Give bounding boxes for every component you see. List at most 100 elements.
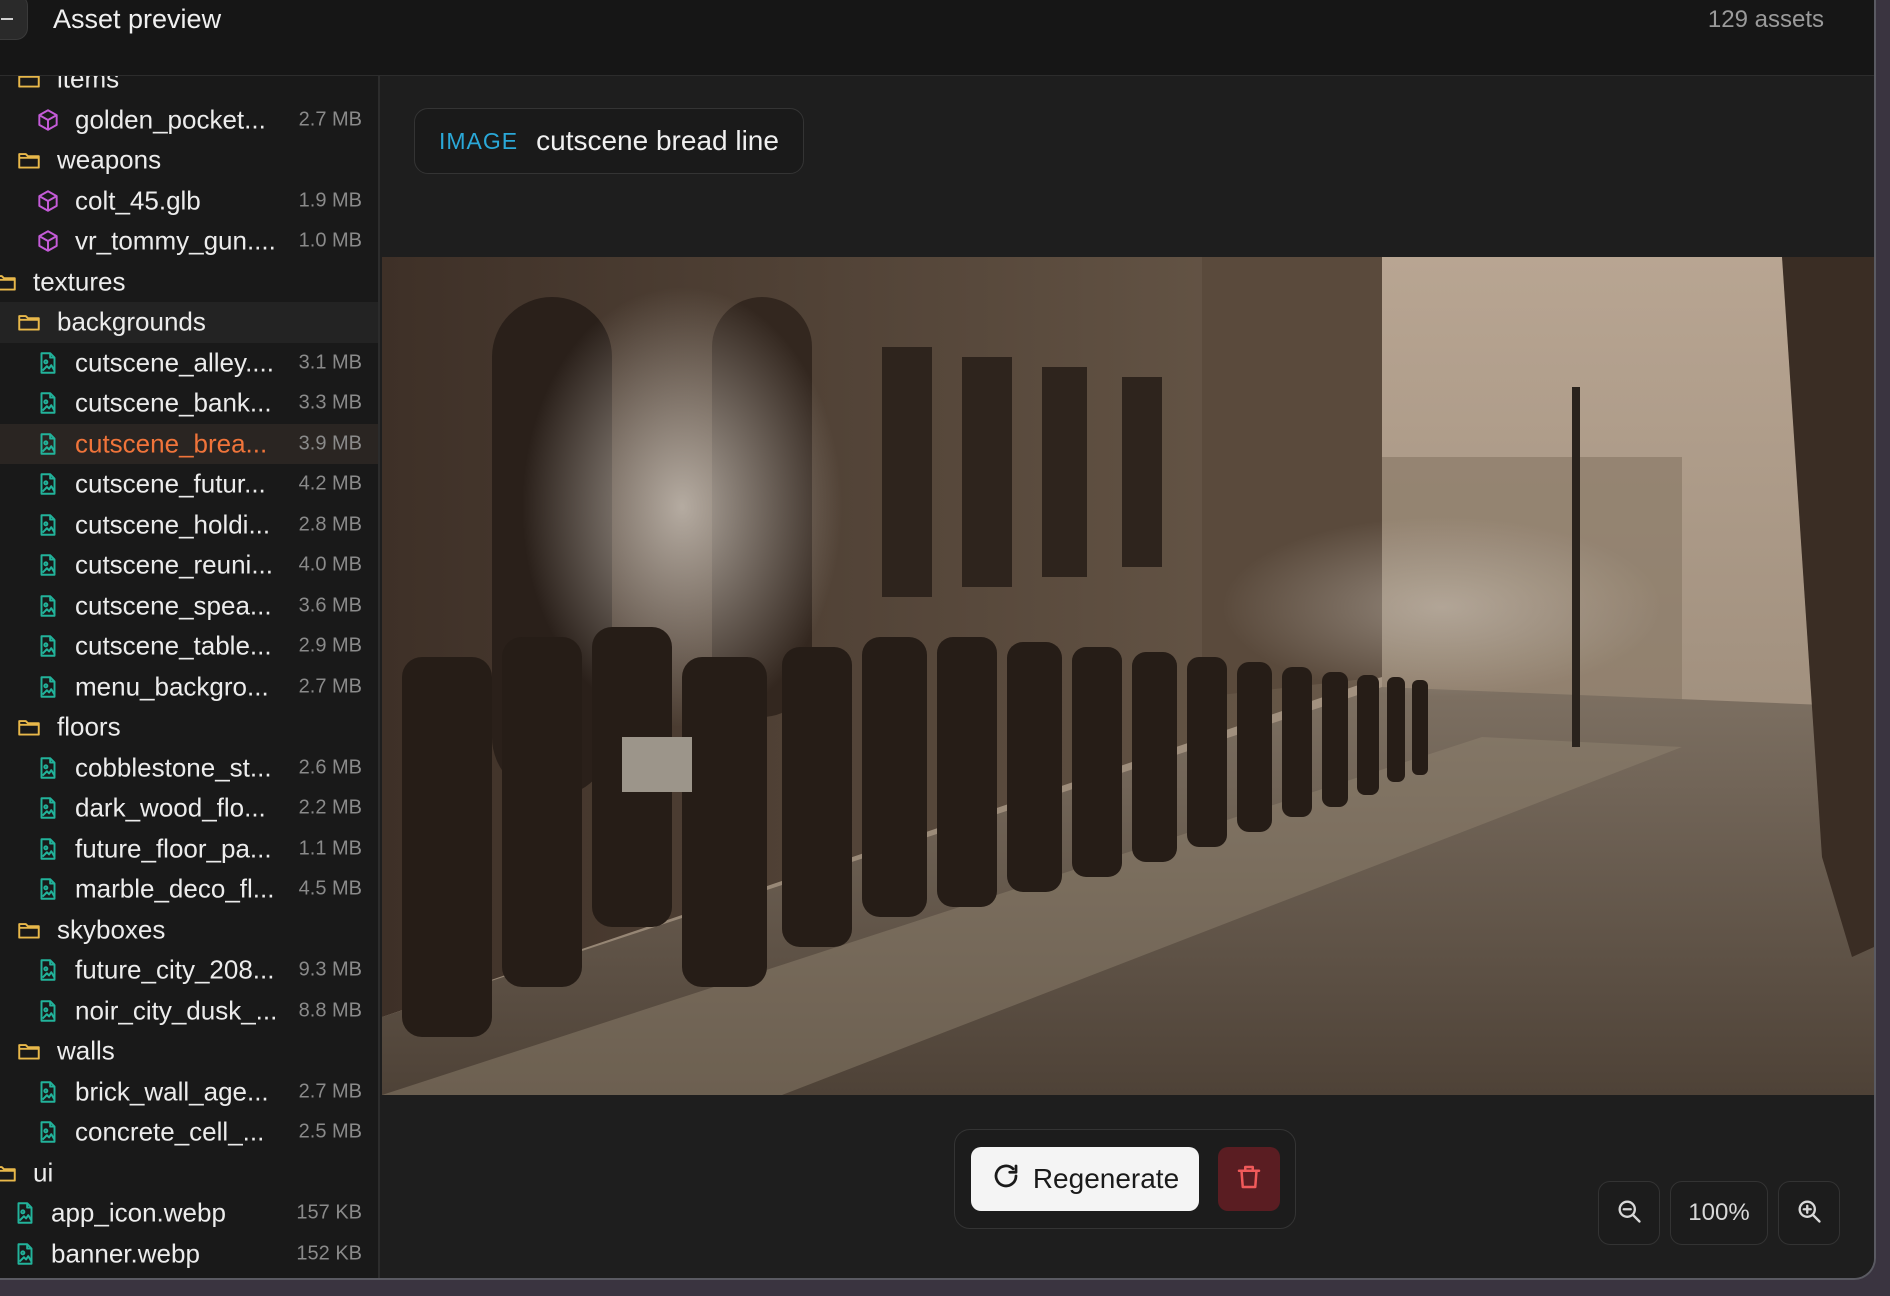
image-file-icon	[35, 552, 61, 578]
zoom-out-button[interactable]	[1598, 1181, 1660, 1245]
asset-tree: items golden_pocket... 2.7 MB weapons colt_4…	[0, 76, 378, 1275]
tree-file[interactable]: banner.webp 152 KB	[0, 1234, 378, 1275]
tree-file[interactable]: golden_pocket... 2.7 MB	[0, 100, 378, 141]
page-title: Asset preview	[53, 4, 222, 34]
model-cube-icon	[35, 188, 61, 214]
tree-item-label: ui	[33, 1157, 54, 1188]
image-file-icon	[35, 350, 61, 376]
tree-file[interactable]: cutscene_table... 2.9 MB	[0, 626, 378, 667]
tree-item-label: brick_wall_age...	[75, 1076, 269, 1107]
collapse-sidebar-button[interactable]	[0, 0, 28, 40]
zoom-in-icon	[1795, 1197, 1823, 1230]
tree-file[interactable]: concrete_cell_... 2.5 MB	[0, 1112, 378, 1153]
image-file-icon	[35, 512, 61, 538]
image-file-icon	[12, 1200, 38, 1226]
image-preview[interactable]	[382, 257, 1874, 1095]
tree-file[interactable]: cutscene_brea... 3.9 MB	[0, 423, 378, 464]
tree-item-label: textures	[33, 266, 126, 297]
tree-file[interactable]: cutscene_holdi... 2.8 MB	[0, 505, 378, 546]
folder-icon	[16, 147, 42, 173]
tree-item-size: 152 KB	[296, 1242, 362, 1265]
tree-item-label: golden_pocket...	[75, 104, 266, 135]
tree-item-label: cutscene_reuni...	[75, 549, 274, 580]
tree-file[interactable]: cutscene_alley.... 3.1 MB	[0, 343, 378, 384]
tree-item-label: walls	[57, 1035, 115, 1066]
tree-file[interactable]: cutscene_futur... 4.2 MB	[0, 464, 378, 505]
tree-folder[interactable]: ui	[0, 1153, 378, 1194]
tree-file[interactable]: dark_wood_flo... 2.2 MB	[0, 788, 378, 829]
tree-folder[interactable]: skyboxes	[0, 910, 378, 951]
tree-item-label: backgrounds	[57, 306, 206, 337]
tree-folder[interactable]: items	[0, 76, 378, 100]
tree-file[interactable]: future_city_208... 9.3 MB	[0, 950, 378, 991]
tree-item-size: 2.6 MB	[298, 756, 362, 779]
tree-item-label: cutscene_spea...	[75, 590, 272, 621]
refresh-icon	[991, 1161, 1021, 1198]
tree-file[interactable]: noir_city_dusk_... 8.8 MB	[0, 991, 378, 1032]
tree-file[interactable]: marble_deco_fl... 4.5 MB	[0, 869, 378, 910]
image-file-icon	[35, 1079, 61, 1105]
tree-item-size: 2.9 MB	[298, 634, 362, 657]
tree-item-size: 1.1 MB	[298, 837, 362, 860]
model-cube-icon	[35, 107, 61, 133]
tree-file[interactable]: future_floor_pa... 1.1 MB	[0, 829, 378, 870]
regenerate-label: Regenerate	[1032, 1163, 1180, 1194]
tree-item-label: concrete_cell_...	[75, 1116, 265, 1147]
tree-file[interactable]: cutscene_reuni... 4.0 MB	[0, 545, 378, 586]
tree-item-label: vr_tommy_gun....	[75, 225, 276, 256]
tree-folder[interactable]: weapons	[0, 140, 378, 181]
tree-item-size: 3.9 MB	[298, 432, 362, 455]
image-file-icon	[35, 471, 61, 497]
asset-count: 129 assets	[1707, 6, 1824, 33]
tree-folder[interactable]: backgrounds	[0, 302, 378, 343]
tree-item-size: 3.1 MB	[298, 351, 362, 374]
delete-button[interactable]	[1218, 1147, 1280, 1211]
tree-item-size: 2.2 MB	[298, 796, 362, 819]
tree-file[interactable]: colt_45.glb 1.9 MB	[0, 181, 378, 222]
tree-item-label: banner.webp	[51, 1238, 200, 1269]
image-file-icon	[35, 755, 61, 781]
preview-action-bar: Regenerate	[954, 1129, 1296, 1229]
image-file-icon	[35, 836, 61, 862]
tree-item-size: 2.8 MB	[298, 513, 362, 536]
tree-item-label: cutscene_bank...	[75, 387, 272, 418]
tree-item-size: 2.7 MB	[298, 1080, 362, 1103]
trash-icon	[1234, 1162, 1264, 1197]
folder-icon	[16, 76, 42, 92]
image-file-icon	[35, 957, 61, 983]
tree-file[interactable]: brick_wall_age... 2.7 MB	[0, 1072, 378, 1113]
folder-icon	[16, 1038, 42, 1064]
image-file-icon	[35, 431, 61, 457]
tree-file[interactable]: app_icon.webp 157 KB	[0, 1193, 378, 1234]
folder-icon	[0, 1160, 18, 1186]
preview-panel: IMAGE cutscene bread line Regenerate 100…	[382, 76, 1874, 1278]
zoom-out-icon	[1615, 1197, 1643, 1230]
zoom-in-button[interactable]	[1778, 1181, 1840, 1245]
tree-file[interactable]: cutscene_spea... 3.6 MB	[0, 586, 378, 627]
tree-file[interactable]: menu_backgro... 2.7 MB	[0, 667, 378, 708]
tree-item-label: floors	[57, 711, 121, 742]
image-file-icon	[35, 998, 61, 1024]
tree-item-label: cutscene_alley....	[75, 347, 274, 378]
tree-item-label: cutscene_futur...	[75, 468, 266, 499]
tree-folder[interactable]: textures	[0, 262, 378, 303]
tree-item-size: 2.5 MB	[298, 1120, 362, 1143]
tree-file[interactable]: cobblestone_st... 2.6 MB	[0, 748, 378, 789]
tree-file[interactable]: cutscene_bank... 3.3 MB	[0, 383, 378, 424]
tree-item-size: 8.8 MB	[298, 999, 362, 1022]
image-file-icon	[35, 633, 61, 659]
app-window: Asset preview 129 assets items golden_poc…	[0, 0, 1876, 1280]
tree-folder[interactable]: walls	[0, 1031, 378, 1072]
tree-file[interactable]: vr_tommy_gun.... 1.0 MB	[0, 221, 378, 262]
tree-item-label: items	[57, 76, 120, 94]
zoom-level[interactable]: 100%	[1670, 1181, 1768, 1245]
tree-item-size: 1.0 MB	[298, 229, 362, 252]
tree-folder[interactable]: floors	[0, 707, 378, 748]
regenerate-button[interactable]: Regenerate	[971, 1147, 1199, 1211]
tree-item-size: 4.0 MB	[298, 553, 362, 576]
folder-icon	[0, 269, 18, 295]
asset-kind-label: IMAGE	[439, 127, 519, 154]
tree-item-label: future_city_208...	[75, 954, 275, 985]
tree-item-label: noir_city_dusk_...	[75, 995, 278, 1026]
image-file-icon	[35, 876, 61, 902]
